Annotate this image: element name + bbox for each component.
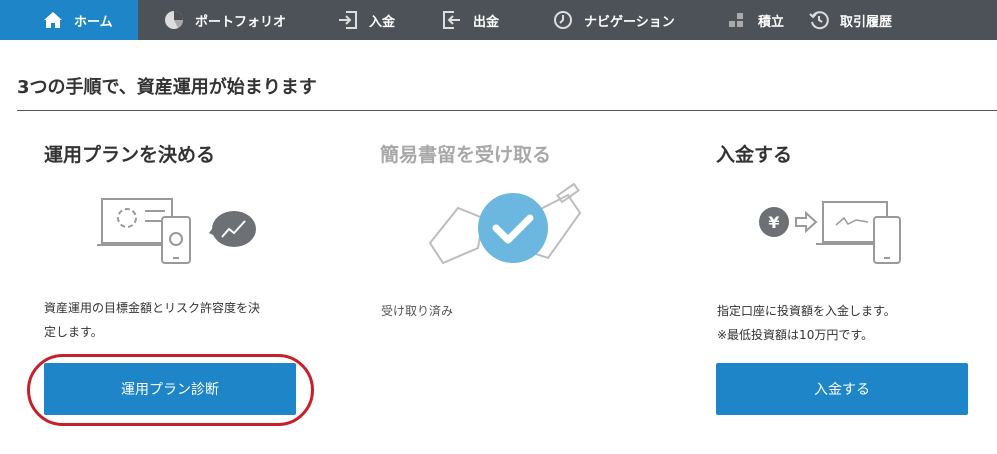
step3-description: 指定口座に投資額を入金します。 ※最低投資額は10万円です。 xyxy=(717,299,896,347)
nav-portfolio[interactable]: ポートフォリオ xyxy=(138,0,308,40)
received-mail-check-icon xyxy=(428,182,588,277)
nav-withdraw[interactable]: 出金 xyxy=(414,0,522,40)
step3-title: 入金する xyxy=(716,144,793,166)
nav-navigation[interactable]: ナビゲーション xyxy=(522,0,702,40)
deposit-illustration-icon: ¥ xyxy=(758,200,908,270)
withdraw-icon xyxy=(441,9,463,31)
nav-label-withdraw: 出金 xyxy=(473,14,500,30)
step1-description: 資産運用の目標金額とリスク許容度を決 定します。 xyxy=(44,296,260,344)
yen-symbol: ¥ xyxy=(768,213,779,232)
deposit-button[interactable]: 入金する xyxy=(716,363,968,415)
nav-label-home: ホーム xyxy=(74,14,113,30)
nav-history[interactable]: 取引履歴 xyxy=(808,0,958,40)
nav-label-navigation: ナビゲーション xyxy=(584,14,675,30)
highlight-circle xyxy=(27,354,314,426)
step3-desc-line1: 指定口座に投資額を入金します。 xyxy=(717,304,896,318)
page-title: 3つの手順で、資産運用が始まります xyxy=(17,77,317,98)
nav-home[interactable]: ホーム xyxy=(0,0,138,40)
home-icon xyxy=(42,9,64,31)
title-divider xyxy=(17,110,997,111)
deposit-icon xyxy=(337,9,359,31)
navigation-clock-icon xyxy=(552,9,574,31)
step2-title: 簡易書留を受け取る xyxy=(380,144,552,166)
nav-label-accumulation: 積立 xyxy=(758,14,785,30)
nav-accumulation[interactable]: 積立 xyxy=(702,0,808,40)
nav-label-history: 取引履歴 xyxy=(840,14,893,30)
step1-desc-line1: 資産運用の目標金額とリスク許容度を決 xyxy=(44,301,261,315)
step1-desc-line2: 定します。 xyxy=(44,325,103,339)
step2-status: 受け取り済み xyxy=(381,304,454,318)
step3-desc-line2: ※最低投資額は10万円です。 xyxy=(717,328,874,342)
top-nav: ホーム ポートフォリオ 入金 出金 ナビゲーション 積立 取引履歴 xyxy=(0,0,997,40)
nav-label-portfolio: ポートフォリオ xyxy=(195,14,287,30)
accumulation-icon xyxy=(726,9,748,31)
nav-deposit[interactable]: 入金 xyxy=(308,0,414,40)
history-icon xyxy=(808,9,830,31)
pie-chart-icon xyxy=(163,9,185,31)
step1-title: 運用プランを決める xyxy=(44,144,216,166)
plan-illustration-icon xyxy=(97,193,262,272)
nav-label-deposit: 入金 xyxy=(369,14,396,30)
